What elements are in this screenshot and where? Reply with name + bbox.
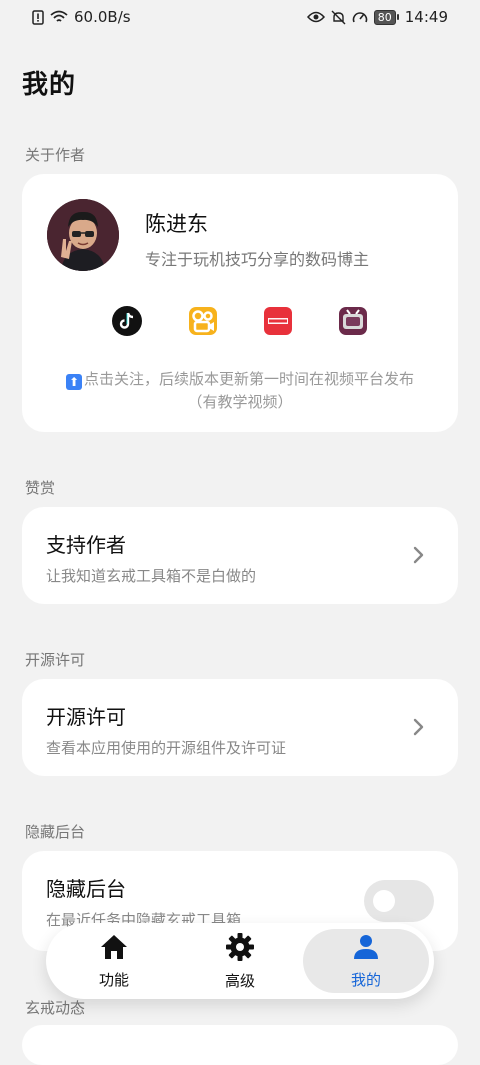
page-title: 我的: [22, 70, 77, 100]
nav-label-mine: 我的: [350, 970, 381, 989]
open-source-license-card[interactable]: 开源许可 查看本应用使用的开源组件及许可证: [22, 679, 458, 776]
support-author-card[interactable]: 支持作者 让我知道玄戒工具箱不是白做的: [22, 507, 458, 604]
section-label-license: 开源许可: [25, 651, 86, 669]
nav-item-mine[interactable]: 我的: [303, 929, 429, 993]
license-subtitle: 查看本应用使用的开源组件及许可证: [46, 739, 287, 757]
section-label-about: 关于作者: [25, 146, 86, 164]
chevron-right-icon: [408, 543, 428, 567]
nav-label-features: 功能: [98, 970, 129, 989]
speed-icon: [352, 10, 368, 25]
status-bar: 60.0B/s 80 14:49: [0, 0, 480, 34]
nav-item-features[interactable]: 功能: [51, 929, 177, 993]
net-speed: 60.0B/s: [74, 8, 131, 26]
tiktok-icon[interactable]: [111, 305, 143, 337]
section-label-hide: 隐藏后台: [25, 823, 86, 841]
bottom-navigation: 功能 高级 我的: [46, 923, 434, 999]
news-card: [22, 1025, 458, 1065]
section-label-donate: 赞赏: [25, 479, 56, 497]
hide-background-toggle[interactable]: [364, 880, 434, 922]
follow-note: （有教学视频）: [187, 393, 293, 411]
clock: 14:49: [404, 8, 448, 26]
avatar: [47, 199, 119, 271]
arrow-up-icon: ⬆: [65, 374, 82, 390]
sim-alert-icon: [32, 9, 44, 25]
bell-muted-icon: [331, 10, 346, 25]
section-label-news: 玄戒动态: [25, 999, 86, 1017]
support-author-title: 支持作者: [46, 533, 126, 557]
author-name: 陈进东: [145, 212, 208, 236]
toggle-knob: [373, 890, 395, 912]
home-icon: [99, 933, 129, 965]
nav-label-advanced: 高级: [224, 971, 255, 990]
gear-icon: [225, 932, 255, 966]
license-title: 开源许可: [46, 705, 126, 729]
author-description: 专注于玩机技巧分享的数码博主: [145, 250, 370, 269]
bilibili-icon[interactable]: [337, 305, 369, 337]
xiaohongshu-icon[interactable]: [262, 305, 294, 337]
author-card: 陈进东 专注于玩机技巧分享的数码博主 ⬆ 点击关注，后续版本更新第一时间在视频平…: [22, 174, 458, 432]
wifi-icon: [50, 10, 68, 24]
eye-icon: [306, 11, 325, 23]
support-author-subtitle: 让我知道玄戒工具箱不是白做的: [46, 567, 257, 585]
person-icon: [352, 933, 380, 965]
chevron-right-icon: [408, 715, 428, 739]
social-links: [22, 305, 458, 339]
kuaishou-icon[interactable]: [187, 305, 219, 337]
nav-item-advanced[interactable]: 高级: [177, 929, 303, 993]
follow-hint: ⬆ 点击关注，后续版本更新第一时间在视频平台发布: [22, 368, 458, 390]
hide-background-title: 隐藏后台: [46, 877, 126, 901]
battery-indicator: 80: [373, 9, 399, 25]
